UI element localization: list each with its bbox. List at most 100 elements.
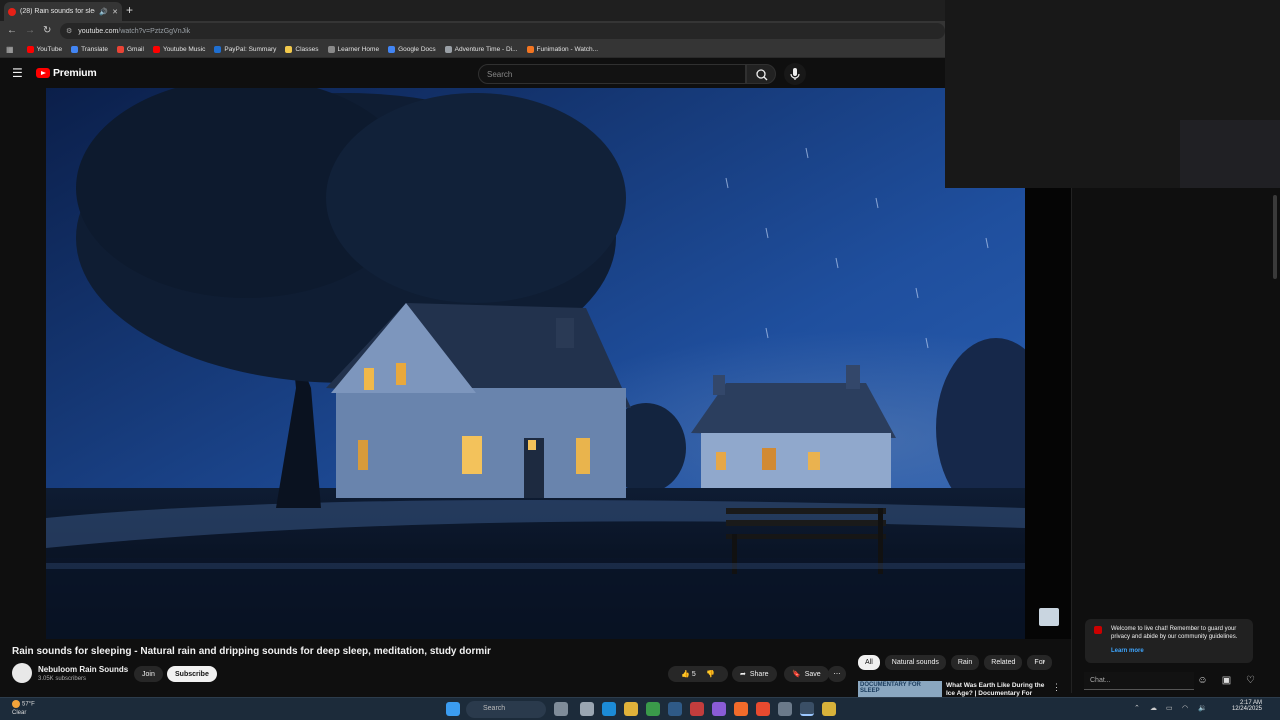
related-more-icon[interactable]: ⋮ — [1052, 682, 1061, 693]
youtube-icon — [1094, 626, 1102, 634]
bookmark-favicon-icon — [327, 45, 335, 53]
search-input[interactable]: Search — [478, 64, 746, 84]
filter-chip[interactable]: Rain — [950, 655, 980, 670]
new-tab-button[interactable]: + — [126, 3, 133, 17]
task-view-icon[interactable] — [580, 702, 594, 716]
speaker-icon[interactable]: 🔊 — [99, 8, 108, 16]
weather-temp: 57°F — [22, 701, 35, 708]
warning-app-icon[interactable] — [822, 702, 836, 716]
app-icon-2[interactable] — [690, 702, 704, 716]
join-button[interactable]: Join — [134, 666, 163, 682]
taskbar-search[interactable]: Search — [466, 701, 546, 718]
youtube-favicon-icon — [8, 7, 16, 16]
related-filter-chips: All Natural sounds Rain Related For — [858, 655, 1052, 670]
bookmark-label: Google Docs — [398, 45, 436, 53]
bookmark-favicon-icon — [285, 45, 293, 53]
video-player[interactable] — [46, 88, 1025, 639]
filter-chip[interactable]: Related — [984, 655, 1023, 670]
volume-icon[interactable]: 🔉 — [1198, 704, 1207, 712]
battery-icon[interactable]: ▭ — [1166, 704, 1173, 712]
bookmark-item[interactable]: Funimation - Watch... — [526, 45, 598, 53]
bookmark-item[interactable]: Adventure Time - Di... — [444, 45, 518, 53]
bookmark-item[interactable]: Classes — [285, 45, 319, 53]
bookmark-favicon-icon — [444, 45, 452, 53]
back-icon[interactable]: ← — [7, 24, 17, 38]
emoji-icon[interactable]: ☺ — [1196, 674, 1209, 687]
steam-icon[interactable] — [668, 702, 682, 716]
logo-text: Premium — [53, 67, 97, 79]
save-button[interactable]: 🔖 Save — [784, 666, 829, 682]
chat-input[interactable]: Chat... — [1084, 672, 1194, 690]
weather-condition: Clear — [12, 709, 27, 716]
url-path: /watch?v=PztzGgVnJik — [118, 27, 191, 35]
dislike-button[interactable]: 👎 — [706, 670, 715, 678]
bookmark-item[interactable]: Translate — [71, 45, 108, 53]
weather-widget[interactable]: 57°F Clear — [12, 700, 35, 717]
edge-icon[interactable] — [602, 702, 616, 716]
bookmark-favicon-icon — [26, 45, 34, 53]
close-tab-icon[interactable]: ✕ — [112, 8, 118, 16]
channel-avatar[interactable] — [12, 663, 32, 683]
filter-chip[interactable]: Natural sounds — [884, 655, 946, 670]
hamburger-menu-icon[interactable]: ☰ — [12, 67, 23, 79]
learn-more-link[interactable]: Learn more — [1111, 647, 1245, 655]
super-chat-icon[interactable]: ▣ — [1220, 674, 1233, 687]
settings-icon[interactable] — [778, 702, 792, 716]
bookmark-label: Classes — [295, 45, 319, 53]
more-actions-button[interactable]: ⋯ — [828, 666, 846, 682]
bookmark-favicon-icon — [116, 45, 124, 53]
search-button[interactable] — [746, 64, 776, 84]
like-dislike-group: 👍 5 👎 — [668, 666, 728, 682]
toast-text: Welcome to live chat! Remember to guard … — [1111, 626, 1238, 640]
bookmark-item[interactable]: YouTube — [26, 45, 62, 53]
share-button[interactable]: ➦ Share — [732, 666, 777, 682]
apps-grid-icon[interactable]: ▦ — [6, 45, 14, 54]
app-icon-3[interactable] — [712, 702, 726, 716]
channel-watermark[interactable] — [1039, 608, 1059, 626]
brave-icon[interactable] — [734, 702, 748, 716]
bookmark-label: Adventure Time - Di... — [454, 45, 518, 53]
thumbs-up-icon: 👍 — [681, 671, 690, 678]
subscribe-button[interactable]: Subscribe — [167, 666, 217, 682]
steam-active-icon[interactable] — [800, 702, 814, 716]
reload-icon[interactable]: ↻ — [43, 24, 51, 38]
bookmark-item[interactable]: Google Docs — [388, 45, 436, 53]
filter-chip[interactable]: All — [858, 655, 880, 670]
url-field[interactable]: ⚙ youtube.com/watch?v=PztzGgVnJik — [60, 23, 945, 39]
app-icon-1[interactable] — [554, 702, 568, 716]
windows-start-icon[interactable] — [446, 702, 460, 716]
forward-icon[interactable]: → — [25, 24, 35, 38]
chrome-icon[interactable] — [646, 702, 660, 716]
app-icon-4[interactable] — [756, 702, 770, 716]
like-count: 5 — [691, 671, 696, 678]
channel-name[interactable]: Nebuloom Rain Sounds — [38, 665, 128, 674]
bookmark-item[interactable]: Youtube Music — [152, 45, 205, 53]
video-frame-rainy-cottages — [46, 88, 1025, 639]
filter-chip[interactable]: For — [1027, 655, 1052, 670]
network-icon[interactable]: ☁ — [1150, 704, 1157, 712]
bookmark-item[interactable]: Learner Home — [327, 45, 379, 53]
like-button[interactable]: 👍 5 — [681, 670, 696, 678]
related-video-thumbnail[interactable]: DOCUMENTARY FOR SLEEP — [858, 681, 942, 697]
chat-scrollbar[interactable] — [1273, 195, 1277, 279]
bookmark-item[interactable]: PayPal: Summary — [214, 45, 276, 53]
bookmark-item[interactable]: Gmail — [116, 45, 144, 53]
tray-chevron-icon[interactable]: ⌃ — [1134, 704, 1140, 712]
file-explorer-icon[interactable] — [624, 702, 638, 716]
bookmark-favicon-icon — [388, 45, 396, 53]
live-chat-pane — [1071, 188, 1280, 693]
chevron-right-icon[interactable]: › — [1042, 656, 1045, 666]
save-label: Save — [804, 670, 821, 678]
url-host: youtube.com — [78, 27, 119, 35]
youtube-premium-logo[interactable]: Premium — [36, 67, 97, 79]
share-label: Share — [749, 670, 769, 678]
search-icon — [756, 69, 768, 81]
related-video-title[interactable]: What Was Earth Like During the Ice Age? … — [946, 682, 1046, 698]
overlay-window — [945, 0, 1280, 188]
voice-search-button[interactable] — [784, 63, 806, 85]
heart-icon[interactable]: ♡ — [1244, 674, 1257, 687]
wifi-icon[interactable]: ◠ — [1182, 704, 1188, 712]
browser-tab[interactable]: (28) Rain sounds for sleepi 🔊 ✕ — [4, 2, 122, 21]
site-info-icon[interactable]: ⚙ — [66, 27, 72, 35]
system-clock[interactable]: 2:17 AM 12/24/2025 — [1224, 700, 1262, 712]
